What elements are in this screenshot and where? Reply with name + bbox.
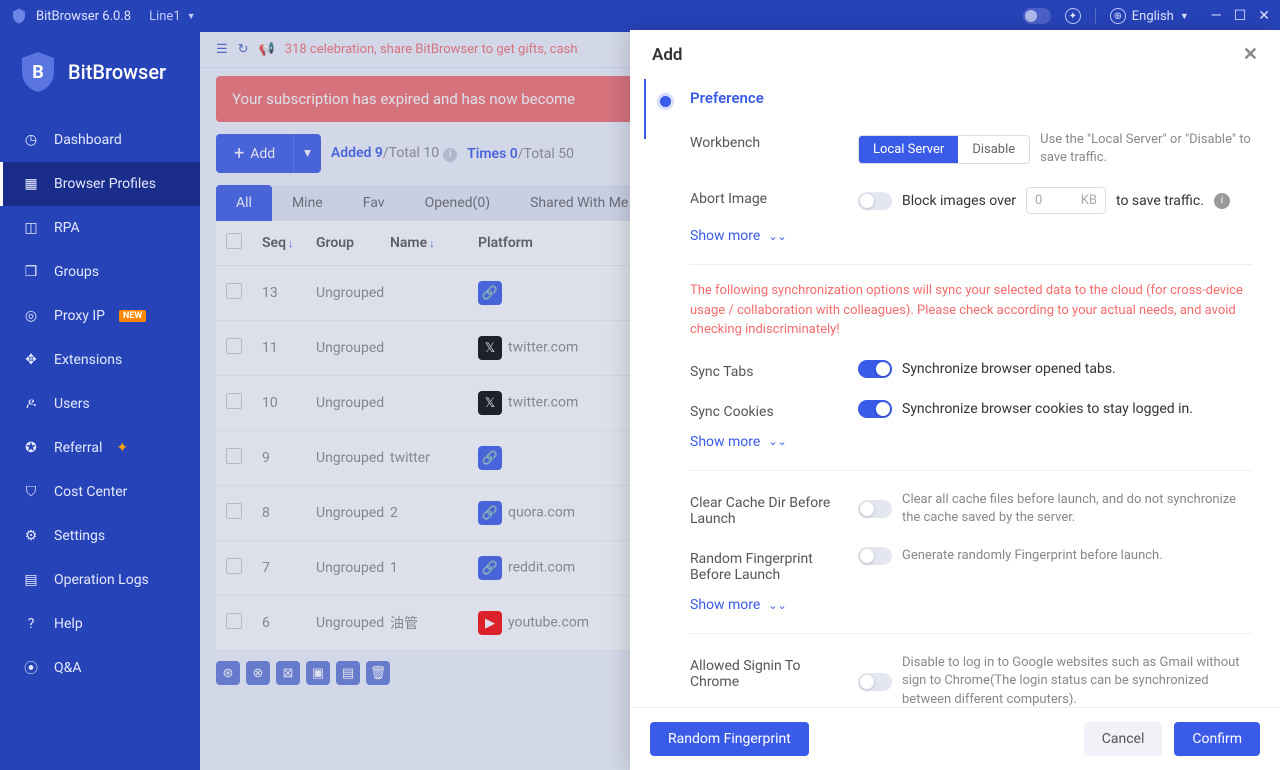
radio-disable[interactable]: Disable	[958, 136, 1029, 163]
svg-text:B: B	[32, 62, 44, 83]
signin-chrome-switch[interactable]	[858, 673, 892, 691]
sidebar-item-cost-center[interactable]: ⛉Cost Center	[0, 470, 200, 514]
sidebar-item-proxy-ip[interactable]: ◎Proxy IPNEW	[0, 294, 200, 338]
line-selector[interactable]: Line1▼	[149, 9, 195, 24]
chevron-down-icon: ⌄⌄	[768, 435, 786, 448]
abort-image-switch[interactable]	[858, 192, 892, 210]
puzzle-icon: ✥	[22, 351, 40, 369]
sidebar-item-referral[interactable]: ✪Referral✦	[0, 426, 200, 470]
sync-tabs-switch[interactable]	[858, 360, 892, 378]
help-icon: ?	[22, 615, 40, 633]
maximize-button[interactable]: ☐	[1234, 8, 1247, 24]
question-icon: ⦿	[22, 659, 40, 677]
sidebar-item-groups[interactable]: ❒Groups	[0, 250, 200, 294]
app-logo-icon	[10, 7, 28, 25]
cancel-button[interactable]: Cancel	[1084, 722, 1163, 756]
info-icon[interactable]: i	[1214, 193, 1230, 209]
close-icon[interactable]: ✕	[1243, 44, 1258, 65]
gear-icon: ⚙	[22, 527, 40, 545]
chevron-down-icon: ⌄⌄	[768, 230, 786, 243]
add-drawer: Add ✕ Preference Workbench Local Server …	[630, 30, 1280, 770]
layers-icon: ❒	[22, 263, 40, 281]
clear-cache-label: Clear Cache Dir Before Launch	[690, 491, 840, 527]
sparkle-icon: ✦	[116, 440, 128, 456]
list-icon: ▤	[22, 571, 40, 589]
sync-cookies-switch[interactable]	[858, 400, 892, 418]
radio-local-server[interactable]: Local Server	[859, 136, 958, 163]
sidebar-item-browser-profiles[interactable]: ▦Browser Profiles	[0, 162, 200, 206]
signin-chrome-label: Allowed Signin To Chrome	[690, 654, 840, 707]
sidebar-item-rpa[interactable]: ◫RPA	[0, 206, 200, 250]
titlebar: BitBrowser 6.0.8 Line1▼ ✦ ⊕English▼ — ☐ …	[0, 0, 1280, 32]
target-icon: ◎	[22, 307, 40, 325]
workbench-radio[interactable]: Local Server Disable	[858, 135, 1030, 164]
cube-icon: ◫	[22, 219, 40, 237]
close-button[interactable]: ✕	[1258, 8, 1270, 24]
new-badge: NEW	[119, 310, 146, 322]
show-more-link[interactable]: Show more⌄⌄	[650, 224, 1252, 254]
theme-toggle[interactable]	[1023, 8, 1051, 24]
preference-section: Preference	[650, 79, 1252, 121]
sidebar-item-help[interactable]: ?Help	[0, 602, 200, 646]
brand-name: BitBrowser	[68, 60, 166, 84]
sidebar-item-operation-logs[interactable]: ▤Operation Logs	[0, 558, 200, 602]
language-selector[interactable]: ⊕English▼	[1110, 8, 1189, 24]
app-name: BitBrowser 6.0.8	[36, 9, 131, 24]
sidebar: B BitBrowser ◷Dashboard ▦Browser Profile…	[0, 32, 200, 770]
confirm-button[interactable]: Confirm	[1174, 722, 1260, 756]
sync-warning: The following synchronization options wi…	[650, 275, 1252, 350]
sidebar-item-users[interactable]: ዶUsers	[0, 382, 200, 426]
brand-shield-icon: B	[18, 50, 58, 94]
drawer-title: Add	[652, 45, 683, 65]
sidebar-item-qa[interactable]: ⦿Q&A	[0, 646, 200, 690]
globe-icon: ⊕	[1110, 8, 1126, 24]
abort-image-label: Abort Image	[690, 187, 840, 214]
chat-icon[interactable]: ✦	[1065, 8, 1081, 24]
clear-cache-switch[interactable]	[858, 500, 892, 518]
random-fingerprint-button[interactable]: Random Fingerprint	[650, 722, 809, 756]
sync-tabs-label: Sync Tabs	[690, 360, 840, 380]
show-more-link[interactable]: Show more⌄⌄	[650, 430, 1252, 460]
workbench-label: Workbench	[690, 131, 840, 167]
random-fp-switch[interactable]	[858, 547, 892, 565]
grid-icon: ▦	[22, 175, 40, 193]
brand: B BitBrowser	[0, 32, 200, 118]
random-fp-label: Random Fingerprint Before Launch	[690, 547, 840, 583]
gauge-icon: ◷	[22, 131, 40, 149]
minimize-button[interactable]: —	[1211, 8, 1222, 24]
block-size-input[interactable]: 0KB	[1026, 187, 1106, 214]
show-more-link[interactable]: Show more⌄⌄	[650, 593, 1252, 623]
sidebar-item-dashboard[interactable]: ◷Dashboard	[0, 118, 200, 162]
workbench-hint: Use the "Local Server" or "Disable" to s…	[1040, 131, 1252, 167]
sidebar-item-extensions[interactable]: ✥Extensions	[0, 338, 200, 382]
shield-icon: ⛉	[22, 483, 40, 501]
chevron-down-icon: ⌄⌄	[768, 599, 786, 612]
sync-cookies-label: Sync Cookies	[690, 400, 840, 420]
sidebar-item-settings[interactable]: ⚙Settings	[0, 514, 200, 558]
user-icon: ዶ	[22, 395, 40, 413]
gift-icon: ✪	[22, 439, 40, 457]
